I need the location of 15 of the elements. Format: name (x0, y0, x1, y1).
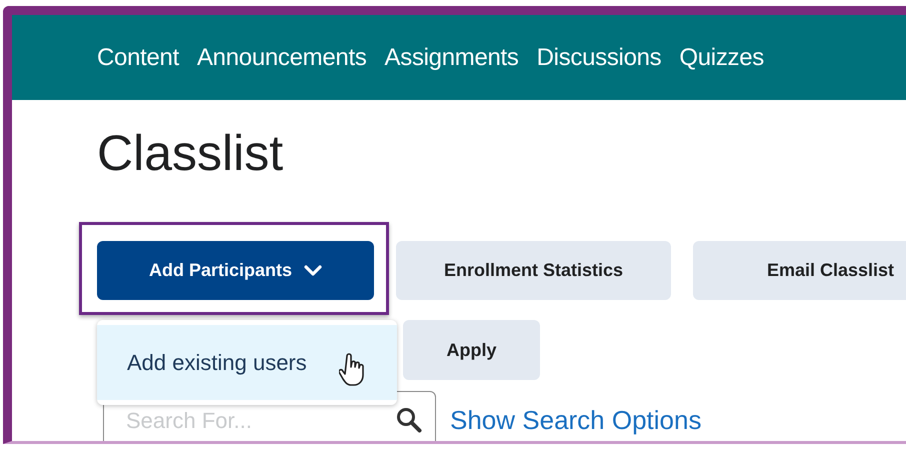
nav-link[interactable]: Announcements (196, 44, 367, 72)
page-title: Classlist (97, 124, 284, 183)
menu-item[interactable]: Add existing users (97, 325, 397, 400)
dropdown-button[interactable]: Add Participants (97, 241, 374, 300)
nav-link[interactable]: Discussions (536, 44, 662, 72)
apply-button[interactable]: Apply (403, 320, 540, 380)
nav-link[interactable]: Content (97, 44, 179, 72)
show-search-options-link[interactable]: Show Search Options (450, 405, 702, 436)
search-icon[interactable] (396, 407, 422, 433)
hand-cursor-icon (339, 353, 367, 387)
nav-link[interactable]: Assignments (384, 44, 519, 72)
toolbar-button[interactable]: Email Classlist (693, 241, 906, 300)
nav-link[interactable]: Quizzes (679, 44, 764, 72)
chevron-down-icon (304, 264, 322, 276)
toolbar-button[interactable]: Enrollment Statistics (396, 241, 671, 300)
